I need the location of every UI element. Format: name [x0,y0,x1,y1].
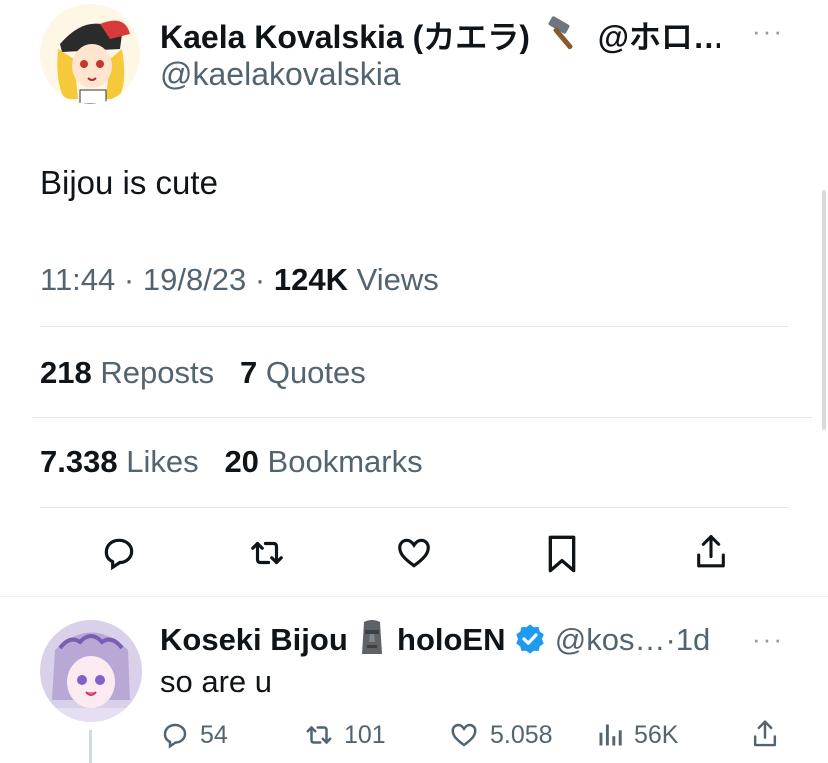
likes-link[interactable]: 7.338 Likes [40,444,207,479]
reply-reply-button[interactable]: 54 [160,720,228,750]
reply-avatar-image [40,620,142,722]
reply-view-count: 56K [634,720,679,749]
repost-quote-stats: 218 Reposts 7 Quotes [40,355,366,391]
reposts-link[interactable]: 218 Reposts [40,355,223,390]
divider [40,507,788,508]
verified-badge-icon [514,623,546,660]
reply-reply-count: 54 [200,720,228,749]
divider [40,326,788,327]
scrollbar[interactable] [822,190,826,430]
author-handle[interactable]: @kaelakovalskia [160,56,401,93]
like-icon [451,723,477,747]
reply-separator: · [665,622,676,657]
reposts-count: 218 [40,355,92,390]
author-name-suffix: @ホロ… [597,19,720,54]
tweet-meta: 11:44 · 19/8/23 · 124K Views [40,262,439,298]
reply-repost-count: 101 [344,720,386,749]
reply-text: so are u [160,664,273,699]
meta-separator: · [254,262,266,297]
reply-age[interactable]: 1d [676,622,710,657]
share-icon[interactable] [692,532,730,577]
reply-more-options-icon[interactable]: ··· [752,624,784,655]
reply-name-suffix: holoEN [397,622,506,657]
reply-handle: @kos… [554,622,666,657]
moai-icon [356,618,388,660]
bookmarks-count: 20 [224,444,259,479]
bookmarks-label: Bookmarks [267,444,423,479]
reply-thread-line [89,730,92,763]
like-bookmark-stats: 7.338 Likes 20 Bookmarks [40,444,423,480]
reply-views-button[interactable]: 56K [596,720,678,750]
reply-share-icon[interactable] [750,718,780,755]
reply-icon [163,723,187,749]
quotes-link[interactable]: 7 Quotes [240,355,366,390]
likes-count: 7.338 [40,444,118,479]
tweet-text: Bijou is cute [40,164,218,201]
divider [32,417,812,418]
bookmarks-link[interactable]: 20 Bookmarks [224,444,422,479]
author-display-name: Kaela Kovalskia (カエラ) [160,19,530,54]
reply-author-name[interactable]: Koseki Bijou holoEN @kos…·1d [160,618,750,660]
meta-separator: · [123,262,135,297]
avatar-image [40,4,140,104]
divider [0,596,828,597]
views-count: 124K [273,262,348,297]
author-avatar[interactable] [40,4,140,104]
reply-display-name: Koseki Bijou [160,622,348,657]
reply-author-avatar[interactable] [40,620,142,722]
likes-label: Likes [126,444,199,479]
repost-icon [306,726,332,744]
quotes-label: Quotes [265,355,366,390]
author-name[interactable]: Kaela Kovalskia (カエラ) @ホロ… [160,12,720,54]
quotes-count: 7 [239,355,258,390]
reposts-label: Reposts [100,355,215,390]
tweet-date[interactable]: 19/8/23 [143,262,246,297]
tweet-time[interactable]: 11:44 [40,262,115,297]
reply-like-button[interactable]: 5.058 [448,720,553,750]
repost-icon[interactable] [246,534,288,577]
more-options-icon[interactable]: ··· [752,16,784,47]
bookmark-icon[interactable] [545,534,579,579]
reply-like-count: 5.058 [490,720,553,749]
reply-icon[interactable] [100,534,138,577]
hammer-icon [543,16,585,54]
views-label: Views [356,262,439,297]
reply-repost-button[interactable]: 101 [302,720,386,750]
views-icon [599,724,622,746]
like-icon[interactable] [394,534,434,577]
